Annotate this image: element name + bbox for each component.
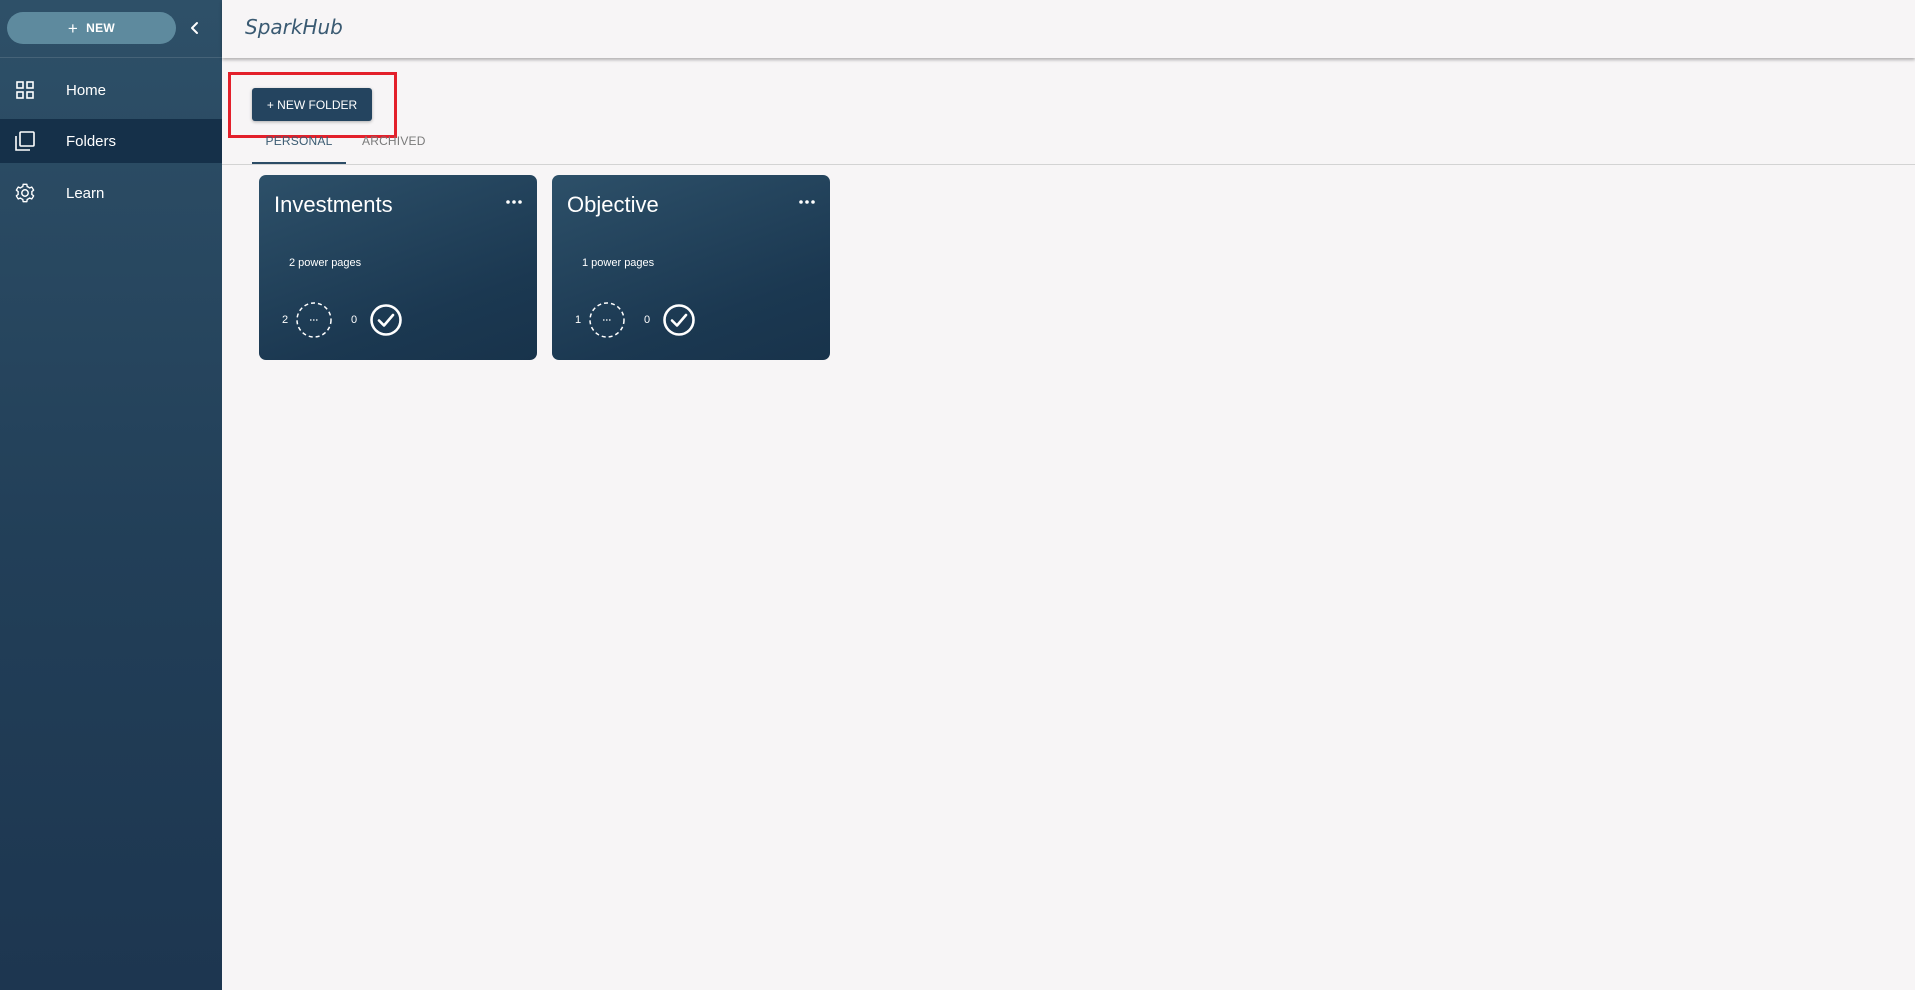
check-circle-icon bbox=[370, 304, 402, 336]
folder-title: Investments bbox=[274, 192, 393, 217]
new-button[interactable]: + NEW bbox=[7, 12, 176, 44]
check-circle-icon bbox=[663, 304, 695, 336]
top-bar: SparkHub bbox=[222, 0, 1915, 58]
pending-count: 2 bbox=[282, 314, 289, 326]
sidebar-item-label: Folders bbox=[66, 132, 117, 150]
folder-subtitle: 1 power pages bbox=[582, 257, 655, 269]
sidebar: + NEW Home Folders Learn bbox=[0, 0, 222, 990]
new-button-label: NEW bbox=[86, 21, 116, 35]
folder-title: Objective bbox=[567, 192, 659, 217]
sidebar-item-label: Learn bbox=[66, 184, 105, 202]
gear-icon bbox=[15, 183, 35, 203]
tabs-divider bbox=[222, 164, 1915, 165]
folders-icon bbox=[15, 131, 35, 151]
more-horizontal-icon[interactable] bbox=[798, 197, 816, 207]
tab-archived[interactable]: ARCHIVED bbox=[362, 134, 426, 148]
chevron-left-icon[interactable] bbox=[186, 18, 204, 38]
active-tab-indicator bbox=[252, 162, 346, 164]
folder-card-objective[interactable]: Objective 1 power pages 1 0 bbox=[552, 175, 830, 360]
tab-personal[interactable]: PERSONAL bbox=[252, 134, 346, 148]
app-title: SparkHub bbox=[245, 15, 343, 39]
done-count: 0 bbox=[351, 314, 358, 326]
done-count: 0 bbox=[644, 314, 651, 326]
sidebar-item-folders[interactable]: Folders bbox=[0, 119, 222, 163]
grid-icon bbox=[16, 81, 34, 99]
new-folder-button[interactable]: + NEW FOLDER bbox=[252, 88, 372, 121]
pending-count: 1 bbox=[575, 314, 582, 326]
pending-circle-icon bbox=[296, 302, 332, 338]
more-horizontal-icon[interactable] bbox=[505, 197, 523, 207]
sidebar-item-home[interactable]: Home bbox=[0, 68, 222, 112]
plus-icon: + bbox=[67, 18, 79, 38]
pending-circle-icon bbox=[589, 302, 625, 338]
folder-card-investments[interactable]: Investments 2 power pages 2 0 bbox=[259, 175, 537, 360]
sidebar-item-label: Home bbox=[66, 81, 107, 99]
sidebar-item-learn[interactable]: Learn bbox=[0, 171, 222, 215]
sidebar-header: + NEW bbox=[0, 0, 222, 58]
folder-subtitle: 2 power pages bbox=[289, 257, 362, 269]
